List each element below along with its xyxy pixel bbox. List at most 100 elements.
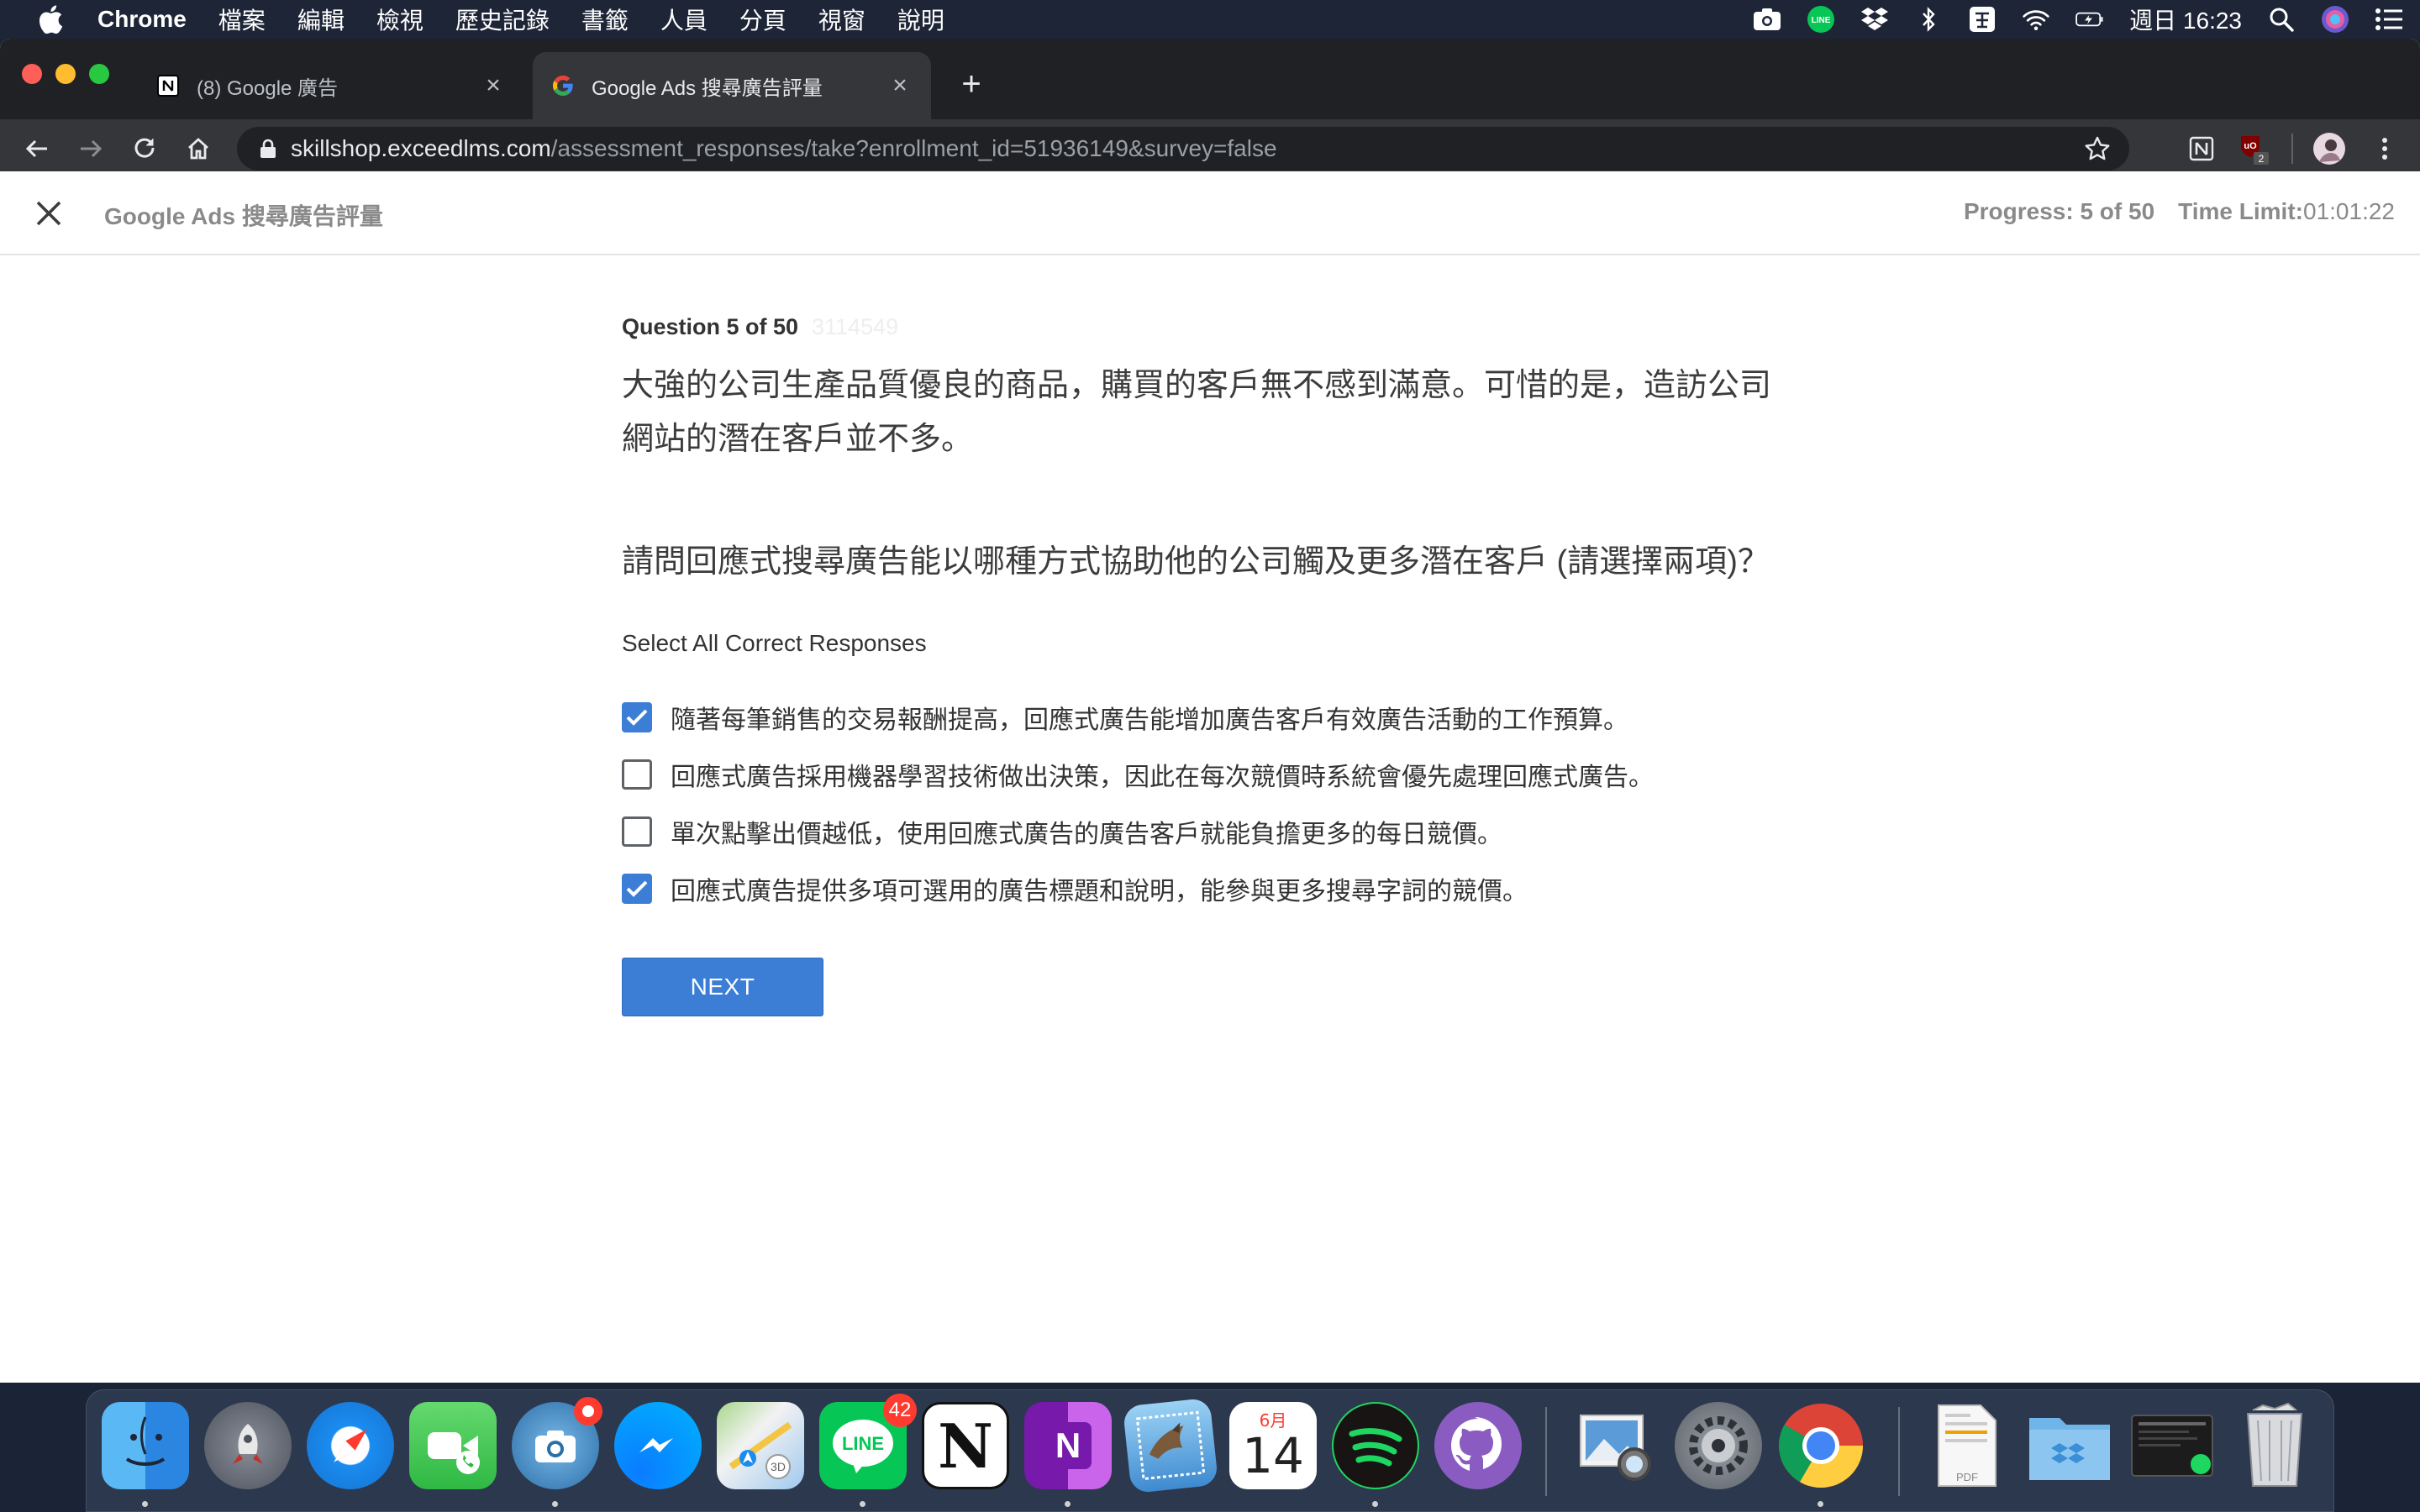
answer-option[interactable]: 隨著每筆銷售的交易報酬提高，回應式廣告能增加廣告客戶有效廣告活動的工作預算。 [622, 689, 1798, 746]
next-button[interactable]: NEXT [622, 958, 823, 1016]
apple-icon[interactable] [32, 0, 69, 39]
close-tab-icon[interactable]: × [481, 71, 506, 99]
calendar-icon[interactable]: 6月 14 [1229, 1402, 1317, 1489]
lock-icon[interactable] [257, 138, 279, 160]
answer-checkbox[interactable] [622, 816, 652, 847]
running-indicator [1372, 1501, 1378, 1507]
wifi-icon[interactable] [2022, 5, 2050, 34]
answer-checkbox[interactable] [622, 874, 652, 904]
trash-icon[interactable] [2231, 1402, 2318, 1489]
running-indicator [860, 1501, 865, 1507]
menu-bookmarks[interactable]: 書籤 [581, 3, 629, 36]
close-window-button[interactable] [22, 64, 42, 84]
calendar-day: 14 [1242, 1427, 1304, 1484]
svg-text:LINE: LINE [1812, 16, 1831, 25]
facetime-icon[interactable] [409, 1402, 497, 1489]
home-icon[interactable] [182, 132, 215, 165]
safari-icon[interactable] [307, 1402, 394, 1489]
menu-view[interactable]: 檢視 [376, 3, 424, 36]
macos-menu-bar: Chrome 檔案 編輯 檢視 歷史記錄 書籤 人員 分頁 視窗 說明 LINE… [0, 0, 2420, 39]
line-app-icon[interactable]: LINE 42 [819, 1394, 917, 1489]
ublock-badge-count: 2 [2259, 153, 2265, 165]
assessment-header: Google Ads 搜尋廣告評量 Progress: 5 of 50 Time… [0, 171, 2420, 255]
answer-option-label[interactable]: 隨著每筆銷售的交易報酬提高，回應式廣告能增加廣告客戶有效廣告活動的工作預算。 [671, 699, 1628, 736]
answer-option[interactable]: 回應式廣告提供多項可選用的廣告標題和說明，能參與更多搜尋字詞的競價。 [622, 860, 1798, 917]
menu-file[interactable]: 檔案 [218, 3, 266, 36]
tab-google-ads-notion[interactable]: (8) Google 廣告 × [138, 52, 524, 119]
answer-option-label[interactable]: 回應式廣告提供多項可選用的廣告標題和說明，能參與更多搜尋字詞的競價。 [671, 870, 1528, 907]
onenote-icon[interactable]: N [1024, 1402, 1112, 1489]
line-app-label: LINE [842, 1433, 884, 1454]
menu-edit[interactable]: 編輯 [297, 3, 345, 36]
time-limit-indicator: Time Limit:01:01:22 [2178, 198, 2395, 225]
answer-option-label[interactable]: 單次點擊出價越低，使用回應式廣告的廣告客戶就能負擔更多的每日競價。 [671, 813, 1502, 850]
menu-history[interactable]: 歷史記錄 [455, 3, 550, 36]
screenshot-app-icon[interactable] [512, 1397, 602, 1489]
menubar-clock[interactable]: 週日 16:23 [2129, 3, 2242, 36]
profile-avatar[interactable] [2312, 132, 2346, 165]
menu-app-name[interactable]: Chrome [97, 6, 187, 33]
notion-extension-icon[interactable] [2185, 132, 2218, 165]
answer-checkbox[interactable] [622, 702, 652, 732]
screenshot-icon[interactable] [1753, 5, 1781, 34]
running-indicator [1065, 1501, 1071, 1507]
chrome-menu-icon[interactable] [2368, 132, 2402, 165]
spotify-icon[interactable] [1332, 1402, 1419, 1489]
system-preferences-icon[interactable] [1675, 1402, 1762, 1489]
minimize-window-button[interactable] [55, 64, 76, 84]
chrome-app-icon[interactable] [1777, 1402, 1865, 1489]
menu-window[interactable]: 視窗 [818, 3, 865, 36]
siri-icon[interactable] [2321, 5, 2349, 34]
input-method-icon[interactable] [1968, 5, 1996, 34]
pdf-label: PDF [1956, 1471, 1978, 1483]
pdf-document-icon[interactable]: PDF [1923, 1402, 2011, 1489]
ublock-extension-icon[interactable]: uO 2 [2237, 132, 2270, 165]
response-instruction: Select All Correct Responses [622, 630, 927, 656]
spotlight-icon[interactable] [2267, 5, 2296, 34]
preview-icon[interactable] [1572, 1402, 1660, 1489]
mail-icon[interactable] [1122, 1397, 1219, 1494]
github-desktop-icon[interactable] [1434, 1402, 1522, 1489]
zoom-window-button[interactable] [89, 64, 109, 84]
answer-checkbox[interactable] [622, 759, 652, 790]
running-indicator [1818, 1501, 1823, 1507]
line-icon[interactable]: LINE [1807, 5, 1835, 34]
assessment-page: Google Ads 搜尋廣告評量 Progress: 5 of 50 Time… [0, 171, 2420, 1376]
notion-letter: N [938, 1410, 993, 1482]
dropbox-folder-icon[interactable] [2026, 1402, 2113, 1489]
menu-people[interactable]: 人員 [660, 3, 708, 36]
close-tab-icon[interactable]: × [887, 71, 913, 99]
forward-icon[interactable] [74, 132, 108, 165]
bookmark-star-icon[interactable] [2084, 135, 2111, 162]
back-icon[interactable] [20, 132, 54, 165]
time-limit-label: Time Limit: [2178, 198, 2303, 224]
tab-assessment[interactable]: Google Ads 搜尋廣告評量 × [533, 52, 931, 119]
reload-icon[interactable] [128, 132, 161, 165]
bluetooth-icon[interactable] [1914, 5, 1943, 34]
close-assessment-icon[interactable] [34, 198, 64, 228]
question-panel: Question 5 of 50 3114549 大強的公司生產品質優良的商品，購… [622, 314, 1798, 1016]
battery-icon[interactable] [2075, 5, 2104, 34]
answer-option[interactable]: 單次點擊出價越低，使用回應式廣告的廣告客戶就能負擔更多的每日競價。 [622, 803, 1798, 860]
answer-options: 隨著每筆銷售的交易報酬提高，回應式廣告能增加廣告客戶有效廣告活動的工作預算。 回… [622, 689, 1798, 917]
menu-help[interactable]: 說明 [897, 3, 944, 36]
messenger-icon[interactable] [614, 1402, 702, 1489]
notion-icon [156, 74, 180, 97]
new-tab-button[interactable]: + [955, 67, 988, 101]
activity-monitor-icon[interactable] [2128, 1402, 2216, 1489]
address-bar[interactable]: skillshop.exceedlms.com/assessment_respo… [237, 127, 2129, 171]
control-center-icon[interactable] [2375, 5, 2403, 34]
menu-tab[interactable]: 分頁 [739, 3, 786, 36]
course-title: Google Ads 搜尋廣告評量 [104, 203, 383, 229]
maps-icon[interactable]: 3D [717, 1402, 804, 1489]
answer-option-label[interactable]: 回應式廣告採用機器學習技術做出決策，因此在每次競價時系統會優先處理回應式廣告。 [671, 756, 1654, 793]
onenote-letter: N [1044, 1422, 1092, 1469]
answer-option[interactable]: 回應式廣告採用機器學習技術做出決策，因此在每次競價時系統會優先處理回應式廣告。 [622, 746, 1798, 803]
svg-text:3D: 3D [771, 1460, 786, 1473]
finder-icon[interactable] [102, 1402, 189, 1489]
time-limit-value: 01:01:22 [2303, 198, 2395, 224]
launchpad-icon[interactable] [204, 1402, 292, 1489]
notion-app-icon[interactable]: N [922, 1402, 1009, 1489]
tab-strip: (8) Google 廣告 × Google Ads 搜尋廣告評量 × + [0, 39, 2420, 119]
dropbox-icon[interactable] [1860, 5, 1889, 34]
